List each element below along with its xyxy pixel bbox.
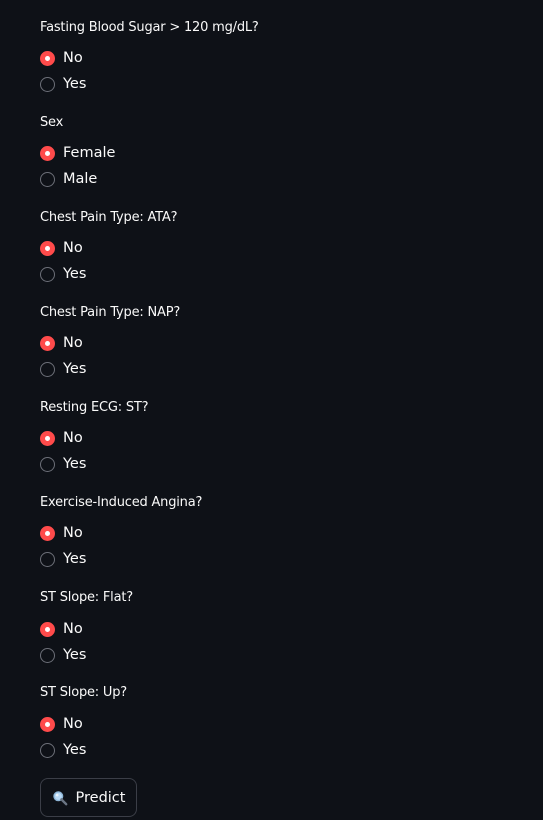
option-label: Yes [63,76,87,92]
option-label: No [63,50,83,66]
radio-unchecked-icon[interactable] [40,742,55,758]
chest-pain-nap-option-no[interactable]: No [40,333,83,353]
option-label: Yes [63,742,87,758]
radio-checked-icon[interactable] [40,430,55,446]
resting-ecg-st-option-yes[interactable]: Yes [40,454,86,474]
radio-unchecked-icon[interactable] [40,647,55,663]
exercise-angina-label: Exercise-Induced Angina? [40,495,203,510]
option-label: Yes [63,647,87,663]
st-slope-flat-option-yes[interactable]: Yes [40,645,86,665]
st-slope-up-option-yes[interactable]: Yes [40,740,86,760]
sex-label: Sex [40,115,64,130]
radio-checked-icon[interactable] [40,335,55,351]
st-slope-flat-label: ST Slope: Flat? [40,590,133,605]
option-label: No [63,335,83,351]
radio-checked-icon[interactable] [40,716,55,732]
st-slope-flat-option-no[interactable]: No [40,619,83,639]
st-slope-up-label: ST Slope: Up? [40,685,127,700]
radio-checked-icon[interactable] [40,50,55,66]
sex-option-female[interactable]: Female [40,143,115,163]
sex-option-male[interactable]: Male [40,169,97,189]
option-label: Yes [63,551,87,567]
option-label: No [63,621,83,637]
option-label: Yes [63,456,87,472]
exercise-angina-option-no[interactable]: No [40,523,83,543]
predict-button-label: Predict [75,789,126,806]
radio-checked-icon[interactable] [40,621,55,637]
option-label: Male [63,171,98,187]
radio-unchecked-icon[interactable] [40,266,55,282]
fasting-blood-sugar-option-yes[interactable]: Yes [40,74,86,94]
chest-pain-ata-label: Chest Pain Type: ATA? [40,210,178,225]
option-label: Yes [63,361,87,377]
exercise-angina-option-yes[interactable]: Yes [40,549,86,569]
radio-unchecked-icon[interactable] [40,76,55,92]
magnifying-glass-icon [52,790,68,806]
radio-unchecked-icon[interactable] [40,361,55,377]
st-slope-up-option-no[interactable]: No [40,714,83,734]
resting-ecg-st-label: Resting ECG: ST? [40,400,149,415]
chest-pain-ata-option-yes[interactable]: Yes [40,264,86,284]
radio-unchecked-icon[interactable] [40,551,55,567]
radio-checked-icon[interactable] [40,525,55,541]
chest-pain-ata-option-no[interactable]: No [40,238,83,258]
option-label: No [63,716,83,732]
option-label: No [63,430,83,446]
radio-checked-icon[interactable] [40,240,55,256]
chest-pain-nap-option-yes[interactable]: Yes [40,359,86,379]
option-label: Yes [63,266,87,282]
option-label: No [63,240,83,256]
predict-button[interactable]: Predict [40,778,137,817]
radio-checked-icon[interactable] [40,145,55,161]
radio-unchecked-icon[interactable] [40,171,55,187]
chest-pain-nap-label: Chest Pain Type: NAP? [40,305,181,320]
prediction-form: Fasting Blood Sugar > 120 mg/dL? No Yes … [0,0,543,820]
resting-ecg-st-option-no[interactable]: No [40,428,83,448]
option-label: No [63,525,83,541]
option-label: Female [63,145,116,161]
radio-unchecked-icon[interactable] [40,456,55,472]
fasting-blood-sugar-label: Fasting Blood Sugar > 120 mg/dL? [40,20,259,35]
fasting-blood-sugar-option-no[interactable]: No [40,48,83,68]
